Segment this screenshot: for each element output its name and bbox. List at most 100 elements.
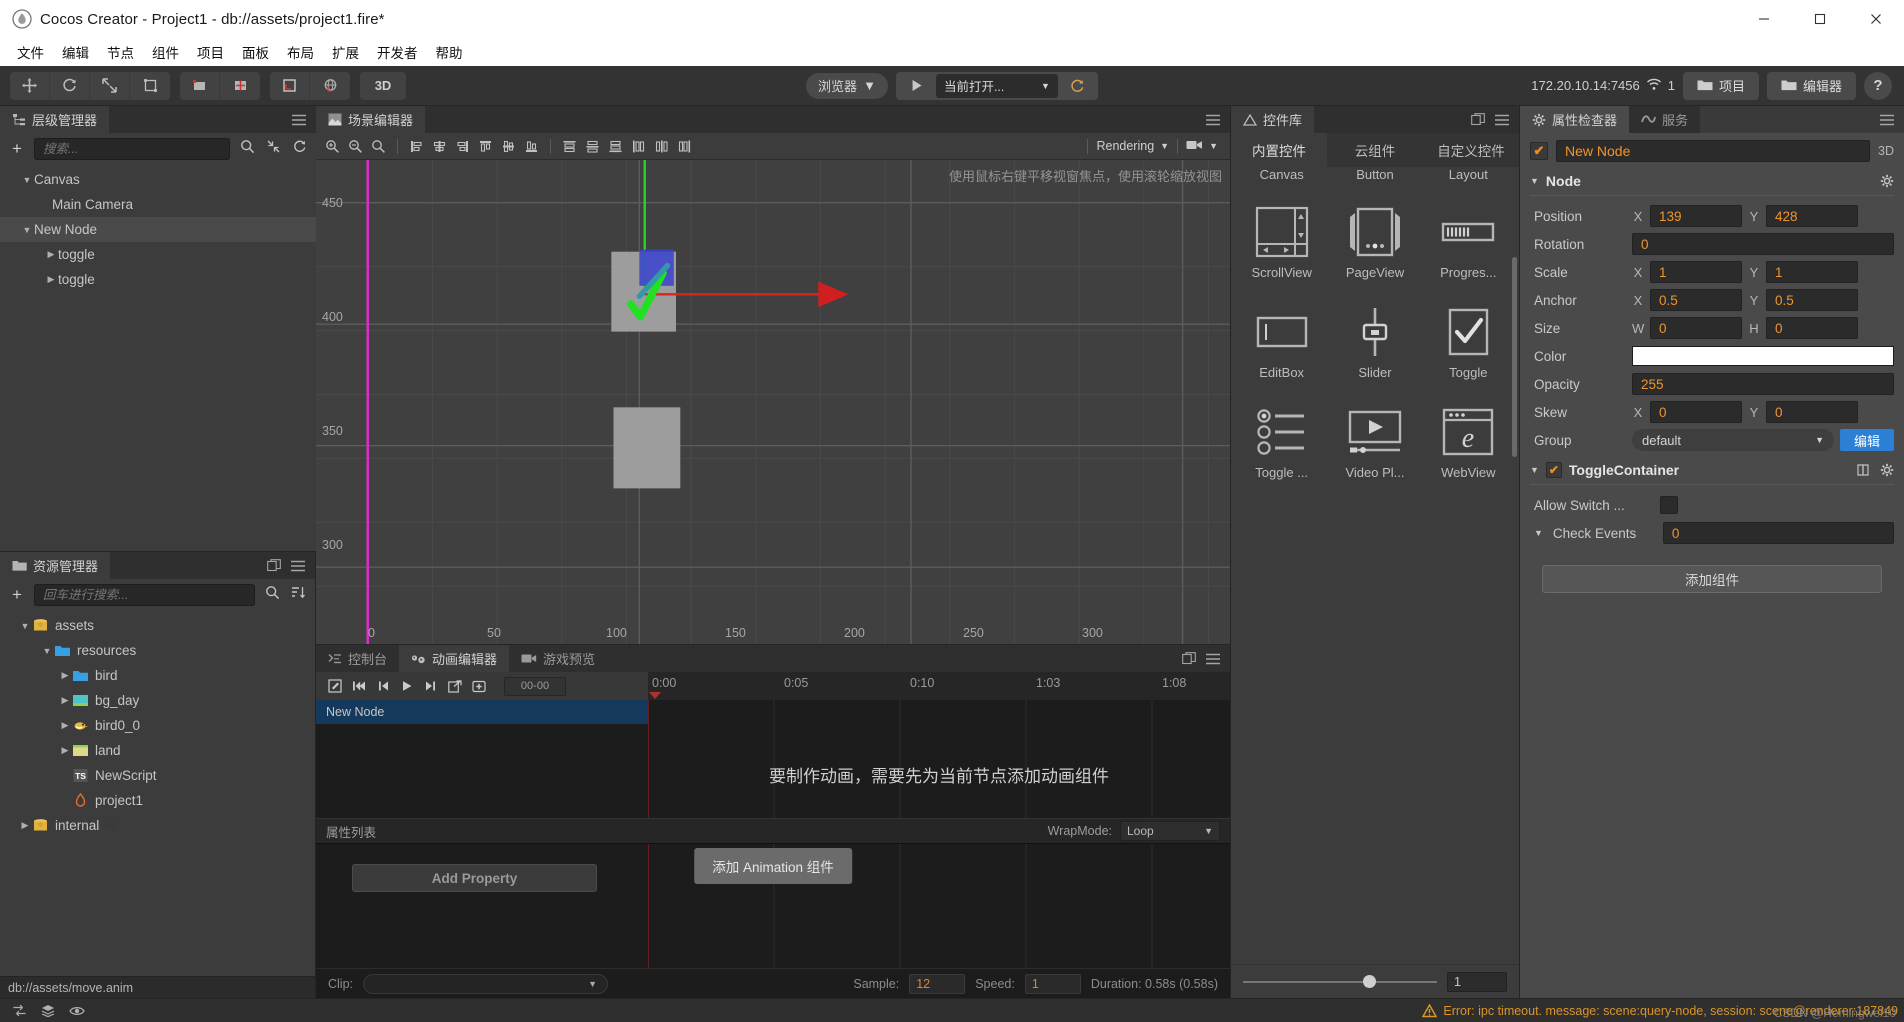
align-right-icon[interactable]: [452, 136, 473, 157]
rotate-tool-icon[interactable]: [50, 71, 90, 100]
menu-component[interactable]: 组件: [143, 39, 188, 65]
pivot-center-icon[interactable]: [180, 71, 220, 100]
menu-edit[interactable]: 编辑: [53, 39, 98, 65]
chevron-down-icon[interactable]: ▼: [18, 621, 32, 631]
chevron-right-icon[interactable]: ▶: [58, 670, 72, 681]
tree-node-canvas[interactable]: ▼ Canvas: [0, 167, 316, 192]
align-middle-icon[interactable]: [498, 136, 519, 157]
help-button[interactable]: ?: [1864, 71, 1892, 100]
tab-assets[interactable]: 资源管理器: [0, 552, 111, 579]
sample-field[interactable]: 12: [909, 973, 966, 994]
menu-layout[interactable]: 布局: [278, 39, 323, 65]
size-h-field[interactable]: 0: [1766, 317, 1858, 339]
layers-icon[interactable]: [41, 1004, 55, 1017]
tree-node-main-camera[interactable]: Main Camera: [0, 192, 316, 217]
anchor-x-field[interactable]: 0.5: [1650, 289, 1742, 311]
gear-icon[interactable]: [1880, 174, 1894, 188]
opacity-field[interactable]: 255: [1632, 373, 1894, 395]
tree-node-toggle-1[interactable]: ▶ toggle: [0, 242, 316, 267]
chevron-down-icon[interactable]: ▼: [1530, 465, 1539, 475]
align-center-h-icon[interactable]: [429, 136, 450, 157]
widget-cell-slider[interactable]: Slider: [1328, 295, 1421, 395]
eye-icon[interactable]: [69, 1005, 85, 1017]
widget-cell-button[interactable]: Button: [1328, 167, 1421, 195]
hierarchy-search-input[interactable]: [34, 138, 230, 160]
group-edit-button[interactable]: 编辑: [1839, 429, 1894, 451]
preview-target-select[interactable]: 当前打开... ▼: [935, 73, 1058, 98]
distribute-middle-icon[interactable]: [582, 136, 603, 157]
asset-row-bird[interactable]: ▶ bird: [0, 663, 315, 688]
popout-icon[interactable]: [1182, 652, 1196, 665]
refresh-icon[interactable]: [290, 139, 308, 159]
widget-cell-progressbar[interactable]: Progres...: [1422, 195, 1515, 295]
asset-row-resources[interactable]: ▼ resources: [0, 638, 315, 663]
dimension-toggle-button[interactable]: 3D: [360, 72, 406, 100]
chevron-right-icon[interactable]: ▶: [58, 720, 72, 731]
widget-cell-layout[interactable]: Layout: [1422, 167, 1515, 195]
popout-icon[interactable]: [1471, 113, 1485, 126]
chevron-right-icon[interactable]: ▶: [18, 820, 32, 831]
hamburger-menu-icon[interactable]: [291, 560, 305, 572]
chevron-down-icon[interactable]: ▼: [1530, 176, 1539, 186]
hamburger-menu-icon[interactable]: [1880, 114, 1894, 126]
widget-grid-container[interactable]: Canvas Button Layout ScrollView PageView…: [1231, 167, 1519, 964]
check-events-field[interactable]: 0: [1662, 522, 1894, 544]
menu-help[interactable]: 帮助: [427, 39, 472, 65]
next-frame-icon[interactable]: [420, 675, 442, 697]
tab-scene-editor[interactable]: 场景编辑器: [316, 106, 426, 133]
editor-settings-button[interactable]: 编辑器: [1766, 71, 1856, 100]
popout-icon[interactable]: [267, 559, 281, 572]
maximize-button[interactable]: [1792, 0, 1848, 38]
tab-inspector[interactable]: 属性检查器: [1520, 106, 1630, 133]
rect-tool-icon[interactable]: [130, 72, 170, 100]
hamburger-menu-icon[interactable]: [1206, 653, 1220, 665]
widget-cell-canvas[interactable]: Canvas: [1235, 167, 1328, 195]
timeline-ruler[interactable]: 0:00 0:05 0:10 1:03 1:08 2:01 2:06: [648, 672, 1230, 700]
menu-panel[interactable]: 面板: [233, 39, 278, 65]
add-component-button[interactable]: 添加组件: [1542, 565, 1882, 593]
widget-cell-videoplayer[interactable]: Video Pl...: [1328, 395, 1421, 495]
widget-cell-scrollview[interactable]: ScrollView: [1235, 195, 1328, 295]
tab-console[interactable]: 控制台: [316, 645, 400, 672]
widget-grid-scrollbar[interactable]: [1512, 257, 1517, 457]
chevron-right-icon[interactable]: ▶: [58, 695, 72, 706]
align-left-icon[interactable]: [406, 136, 427, 157]
close-button[interactable]: [1848, 0, 1904, 38]
menu-extension[interactable]: 扩展: [323, 39, 368, 65]
refresh-button[interactable]: [1060, 74, 1094, 98]
menu-developer[interactable]: 开发者: [368, 39, 427, 65]
distribute-bottom-icon[interactable]: [605, 136, 626, 157]
group-select[interactable]: default ▼: [1632, 429, 1834, 451]
asset-row-bird0-0[interactable]: ▶ bird0_0: [0, 713, 315, 738]
widget-zoom-value[interactable]: 1: [1447, 971, 1507, 992]
tab-cloud-components[interactable]: 云组件: [1327, 133, 1423, 167]
camera-dropdown[interactable]: ▼: [1186, 139, 1218, 154]
tab-animation-editor[interactable]: 动画编辑器: [399, 645, 510, 672]
tree-node-new-node[interactable]: ▼ New Node: [0, 217, 316, 242]
edit-mode-icon[interactable]: [324, 675, 346, 697]
hamburger-menu-icon[interactable]: [292, 114, 306, 126]
tab-builtin-widgets[interactable]: 内置控件: [1231, 133, 1327, 167]
chevron-right-icon[interactable]: ▶: [58, 745, 72, 756]
sync-icon[interactable]: [12, 1004, 27, 1017]
distribute-center-icon[interactable]: [651, 136, 672, 157]
node-name-field[interactable]: New Node: [1556, 140, 1871, 162]
asset-row-bg-day[interactable]: ▶ bg_day: [0, 688, 315, 713]
rotation-field[interactable]: 0: [1632, 233, 1894, 255]
search-icon[interactable]: [238, 139, 256, 159]
tab-widget-library[interactable]: 控件库: [1231, 106, 1315, 133]
chevron-right-icon[interactable]: ▶: [44, 249, 58, 260]
play-button[interactable]: [900, 74, 934, 98]
jump-first-icon[interactable]: [348, 675, 370, 697]
chevron-right-icon[interactable]: ▶: [44, 274, 58, 285]
prev-frame-icon[interactable]: [372, 675, 394, 697]
hamburger-menu-icon[interactable]: [1495, 114, 1509, 126]
menu-node[interactable]: 节点: [98, 39, 143, 65]
widget-cell-togglegroup[interactable]: Toggle ...: [1235, 395, 1328, 495]
position-x-field[interactable]: 139: [1650, 205, 1742, 227]
add-animation-component-button[interactable]: 添加 Animation 组件: [694, 848, 852, 884]
node-enabled-checkbox[interactable]: ✔: [1530, 142, 1548, 160]
color-swatch[interactable]: [1632, 346, 1894, 366]
skew-x-field[interactable]: 0: [1650, 401, 1742, 423]
browser-select[interactable]: 浏览器 ▼: [806, 72, 888, 99]
